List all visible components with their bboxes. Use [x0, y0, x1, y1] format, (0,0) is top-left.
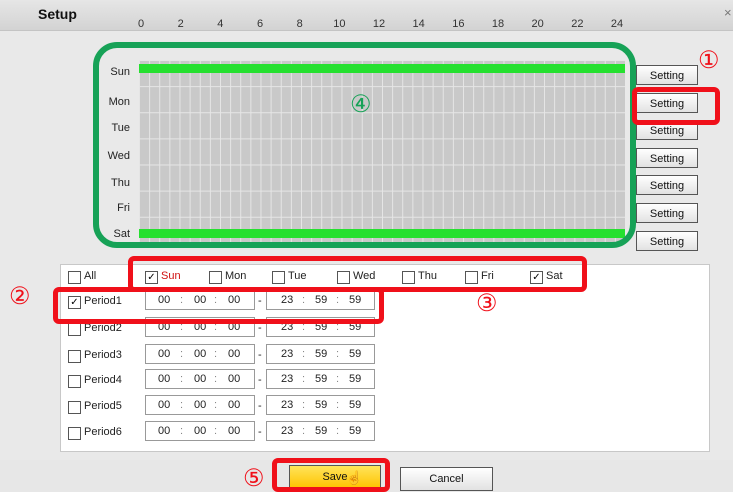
end-time-field[interactable]: 59 [349, 348, 361, 360]
hour-label: 20 [531, 18, 544, 30]
time-separator: : [214, 425, 218, 437]
time-separator: : [180, 399, 184, 411]
time-separator: : [180, 348, 184, 360]
start-time-field[interactable]: 00 [194, 399, 206, 411]
end-time-input[interactable]: 23 59 59:: [266, 369, 375, 389]
start-time-field[interactable]: 00 [158, 373, 170, 385]
close-icon[interactable]: × [724, 5, 733, 21]
time-separator: : [336, 399, 340, 411]
annotation-5-badge: ⑤ [243, 465, 265, 492]
setting-button-thu[interactable]: Setting [636, 175, 698, 195]
hour-label: 14 [412, 18, 425, 30]
end-time-field[interactable]: 59 [349, 373, 361, 385]
annotation-4-badge: ④ [350, 91, 372, 118]
end-time-field[interactable]: 59 [315, 373, 327, 385]
end-time-input[interactable]: 23 59 59:: [266, 421, 375, 441]
end-time-field[interactable]: 23 [281, 348, 293, 360]
start-time-field[interactable]: 00 [228, 425, 240, 437]
setting-button-fri[interactable]: Setting [636, 203, 698, 223]
period-checkbox[interactable] [68, 350, 81, 363]
time-separator: : [336, 373, 340, 385]
all-label: All [84, 270, 97, 282]
time-separator: : [180, 425, 184, 437]
all-checkbox[interactable] [68, 271, 81, 284]
start-time-input[interactable]: 00 00 00:: [145, 369, 255, 389]
start-time-field[interactable]: 00 [158, 399, 170, 411]
period-label: Period4 [84, 374, 122, 386]
annotation-3-box [128, 256, 587, 292]
hour-label: 0 [137, 18, 145, 30]
annotation-2-box [53, 287, 384, 324]
setup-dialog: Setup × 0 2 4 6 8 10 12 14 16 18 20 22 24 Sun Mon Tue W… [0, 0, 733, 492]
end-time-field[interactable]: 59 [315, 399, 327, 411]
period-checkbox[interactable] [68, 401, 81, 414]
hour-label: 18 [491, 18, 505, 30]
time-separator: : [336, 348, 340, 360]
end-time-field[interactable]: 23 [281, 399, 293, 411]
annotation-2-badge: ② [9, 283, 31, 310]
end-time-field[interactable]: 23 [281, 373, 293, 385]
cancel-label: Cancel [429, 473, 464, 485]
period-checkbox[interactable] [68, 375, 81, 388]
hour-label: 8 [296, 18, 303, 30]
range-dash: - [258, 400, 262, 412]
range-dash: - [258, 349, 262, 361]
annotation-1-box [632, 87, 720, 125]
start-time-input[interactable]: 00 00 00:: [145, 395, 255, 415]
period-label: Period5 [84, 400, 122, 412]
start-time-input[interactable]: 00 00 00:: [145, 421, 255, 441]
end-time-field[interactable]: 59 [349, 425, 361, 437]
end-time-field[interactable]: 59 [349, 399, 361, 411]
time-separator: : [336, 425, 340, 437]
annotation-1-badge: ① [698, 47, 720, 74]
end-time-field[interactable]: 59 [315, 425, 327, 437]
time-separator: : [302, 425, 306, 437]
setting-button-wed[interactable]: Setting [636, 148, 698, 168]
annotation-3-badge: ③ [476, 290, 498, 317]
start-time-field[interactable]: 00 [194, 425, 206, 437]
hour-label: 16 [452, 18, 465, 30]
range-dash: - [258, 374, 262, 386]
hour-label: 24 [610, 18, 624, 30]
end-time-input[interactable]: 23 59 59:: [266, 395, 375, 415]
start-time-input[interactable]: 00 00 00:: [145, 344, 255, 364]
setting-button-sun[interactable]: Setting [636, 65, 698, 85]
time-separator: : [214, 348, 218, 360]
hour-label: 6 [256, 18, 264, 30]
start-time-field[interactable]: 00 [194, 348, 206, 360]
period-checkbox[interactable] [68, 323, 81, 336]
start-time-field[interactable]: 00 [228, 373, 240, 385]
start-time-field[interactable]: 00 [228, 348, 240, 360]
start-time-field[interactable]: 00 [194, 373, 206, 385]
period-label: Period3 [84, 349, 122, 361]
annotation-4-box [93, 42, 636, 248]
hour-label: 22 [571, 18, 584, 30]
time-separator: : [302, 373, 306, 385]
start-time-field[interactable]: 00 [158, 348, 170, 360]
range-dash: - [258, 426, 262, 438]
end-time-field[interactable]: 59 [315, 348, 327, 360]
hour-label: 2 [177, 18, 184, 30]
time-separator: : [214, 399, 218, 411]
start-time-field[interactable]: 00 [228, 399, 240, 411]
period-checkbox[interactable] [68, 427, 81, 440]
period-label: Period6 [84, 426, 122, 438]
annotation-5-box [272, 458, 390, 492]
time-separator: : [214, 373, 218, 385]
setting-button-sat[interactable]: Setting [636, 231, 698, 251]
time-separator: : [302, 348, 306, 360]
hour-label: 10 [333, 18, 346, 30]
time-separator: : [302, 399, 306, 411]
hour-label: 4 [217, 18, 224, 30]
hour-label: 12 [372, 18, 386, 30]
start-time-field[interactable]: 00 [158, 425, 170, 437]
time-separator: : [180, 373, 184, 385]
end-time-input[interactable]: 23 59 59:: [266, 344, 375, 364]
end-time-field[interactable]: 23 [281, 425, 293, 437]
cancel-button[interactable]: Cancel [400, 467, 493, 491]
dialog-title: Setup [38, 6, 77, 22]
